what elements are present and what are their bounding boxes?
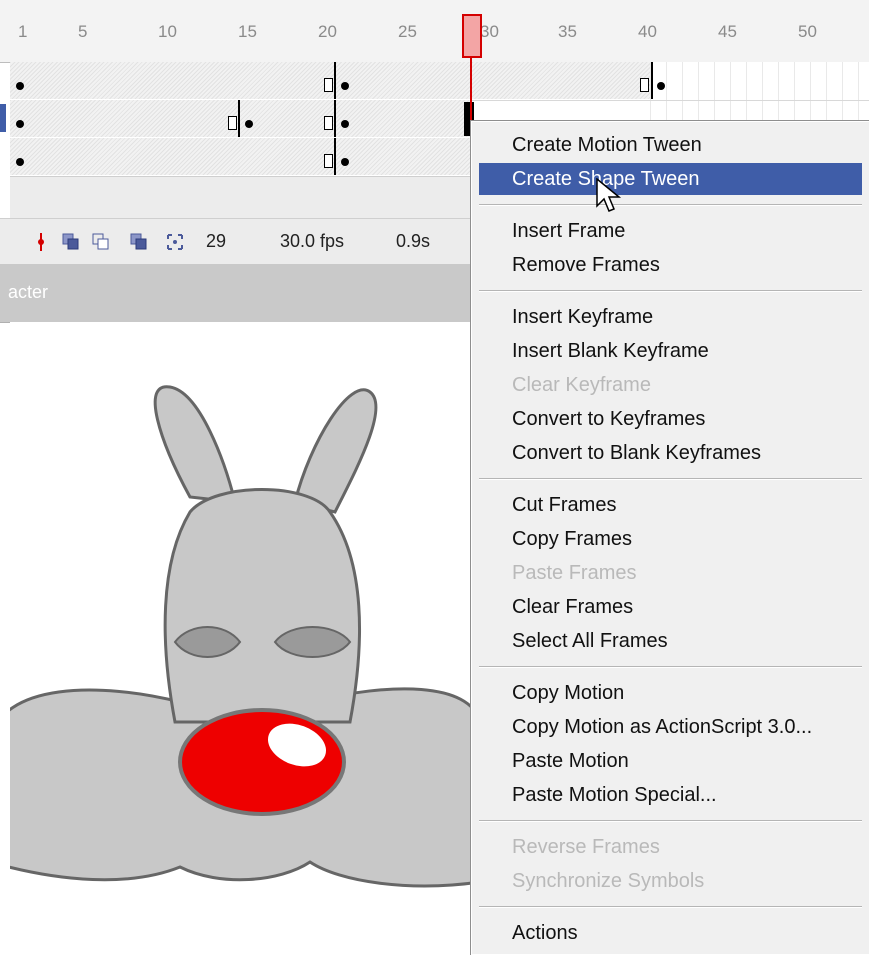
edit-multiple-icon[interactable] [130, 233, 148, 251]
menu-paste-motion-special[interactable]: Paste Motion Special... [479, 779, 862, 811]
keyframe-dot[interactable] [341, 82, 349, 90]
keyframe-divider [651, 62, 653, 99]
center-frame-icon[interactable] [32, 233, 50, 251]
modify-markers-icon[interactable] [166, 233, 184, 251]
menu-copy-frames[interactable]: Copy Frames [479, 523, 862, 555]
timeline-context-menu[interactable]: Create Motion Tween Create Shape Tween I… [470, 120, 869, 955]
end-frame-marker [324, 154, 333, 168]
ruler-tick: 45 [718, 22, 737, 41]
menu-copy-motion-as3[interactable]: Copy Motion as ActionScript 3.0... [479, 711, 862, 743]
keyframe-dot[interactable] [657, 82, 665, 90]
timeline-ruler[interactable]: 1 5 10 15 20 25 30 35 40 45 50 [0, 0, 869, 63]
keyframe-dot[interactable] [16, 82, 24, 90]
menu-separator [479, 666, 862, 668]
menu-create-motion-tween[interactable]: Create Motion Tween [479, 129, 862, 161]
menu-separator [479, 906, 862, 908]
layer-row[interactable] [10, 62, 869, 101]
keyframe-divider [334, 100, 336, 137]
menu-convert-to-keyframes[interactable]: Convert to Keyframes [479, 403, 862, 435]
menu-remove-frames[interactable]: Remove Frames [479, 249, 862, 281]
menu-clear-keyframe: Clear Keyframe [512, 374, 651, 396]
ruler-tick: 1 [18, 22, 28, 41]
ruler-tick: 30 [480, 22, 499, 41]
menu-synchronize-symbols: Synchronize Symbols [512, 870, 705, 892]
menu-separator [479, 204, 862, 206]
onion-skin-icon[interactable] [62, 233, 80, 251]
menu-copy-motion[interactable]: Copy Motion [479, 677, 862, 709]
menu-insert-frame[interactable]: Insert Frame [479, 215, 862, 247]
head-shape [163, 488, 362, 724]
menu-reverse-frames: Reverse Frames [512, 836, 660, 858]
menu-convert-to-blank-keyframes[interactable]: Convert to Blank Keyframes [479, 437, 862, 469]
scene-label: acter [8, 282, 49, 302]
frame-span [10, 138, 470, 175]
ruler-tick: 35 [558, 22, 577, 41]
keyframe-divider [238, 100, 240, 137]
keyframe-divider [334, 62, 336, 99]
keyframe-divider [334, 138, 336, 175]
keyframe-dot[interactable] [341, 120, 349, 128]
ruler-tick: 50 [798, 22, 817, 41]
menu-separator [479, 820, 862, 822]
playhead-handle[interactable] [462, 14, 482, 58]
menu-separator [479, 478, 862, 480]
menu-insert-keyframe[interactable]: Insert Keyframe [479, 301, 862, 333]
end-frame-marker [324, 116, 333, 130]
selected-layer-indicator [0, 104, 6, 132]
onion-outline-icon[interactable] [92, 233, 110, 251]
right-ear [293, 388, 378, 514]
ruler-tick: 25 [398, 22, 417, 41]
ruler-tick: 5 [78, 22, 88, 41]
keyframe-dot[interactable] [16, 120, 24, 128]
ruler-tick: 10 [158, 22, 177, 41]
current-frame: 29 [206, 231, 227, 251]
menu-separator [479, 290, 862, 292]
ruler-tick: 20 [318, 22, 337, 41]
menu-insert-blank-keyframe[interactable]: Insert Blank Keyframe [479, 335, 862, 367]
elapsed-time: 0.9s [396, 231, 431, 251]
left-ear [153, 385, 237, 504]
menu-paste-frames: Paste Frames [512, 562, 637, 584]
menu-paste-motion[interactable]: Paste Motion [479, 745, 862, 777]
keyframe-dot[interactable] [245, 120, 253, 128]
end-frame-marker [324, 78, 333, 92]
menu-create-shape-tween[interactable]: Create Shape Tween [479, 163, 862, 195]
ruler-tick: 15 [238, 22, 257, 41]
end-frame-marker [640, 78, 649, 92]
keyframe-dot[interactable] [16, 158, 24, 166]
keyframe-dot[interactable] [341, 158, 349, 166]
frame-rate: 30.0 fps [280, 231, 345, 251]
mouse-pointer-icon [596, 178, 622, 212]
menu-clear-frames[interactable]: Clear Frames [479, 591, 862, 623]
ruler-tick: 40 [638, 22, 657, 41]
menu-cut-frames[interactable]: Cut Frames [479, 489, 862, 521]
end-frame-marker [228, 116, 237, 130]
frame-span [10, 100, 470, 137]
menu-actions[interactable]: Actions [479, 917, 862, 949]
menu-select-all-frames[interactable]: Select All Frames [479, 625, 862, 657]
